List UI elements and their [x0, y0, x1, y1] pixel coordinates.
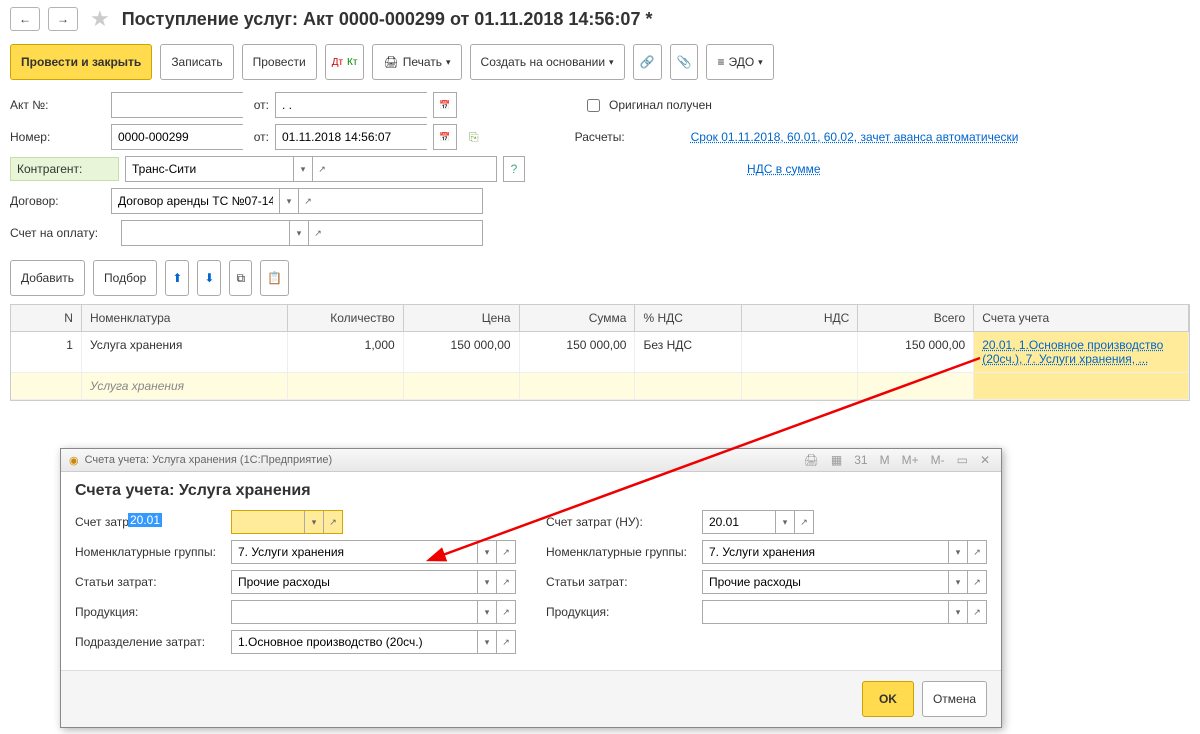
paste-rows-button[interactable]: 📋 [260, 260, 289, 296]
edo-icon: ≡ [717, 55, 724, 69]
table-row[interactable]: 1 Услуга хранения 1,000 150 000,00 150 0… [11, 332, 1189, 373]
dialog-heading: Счета учета: Услуга хранения [75, 482, 987, 500]
act-no-input[interactable] [111, 92, 243, 118]
m-icon[interactable]: M [877, 453, 893, 467]
grid-header: N Номенклатура Количество Цена Сумма % Н… [11, 305, 1189, 332]
page-title: Поступление услуг: Акт 0000-000299 от 01… [122, 9, 653, 30]
product-input[interactable]: ▾↗ [231, 600, 516, 624]
vat-link[interactable]: НДС в сумме [747, 162, 821, 176]
create-based-button[interactable]: Создать на основании▾ [470, 44, 625, 80]
attach-button[interactable]: 📎 [670, 44, 699, 80]
arrow-up-icon: ⬆ [172, 271, 182, 285]
open-icon[interactable]: ↗ [308, 221, 327, 245]
contract-label: Договор: [10, 194, 105, 208]
accounts-dialog: ◉ Счета учета: Услуга хранения (1С:Предп… [60, 448, 1002, 728]
from1-input[interactable] [275, 92, 427, 118]
add-row-button[interactable]: Добавить [10, 260, 85, 296]
number-input[interactable] [111, 124, 243, 150]
help-button[interactable]: ? [503, 156, 525, 182]
paste-icon: 📋 [267, 271, 282, 285]
accounts-cell-link[interactable]: 20.01, 1.Основное производство (20сч.), … [982, 338, 1163, 366]
number-label: Номер: [10, 130, 105, 144]
post-close-button[interactable]: Провести и закрыть [10, 44, 152, 80]
subdiv-input[interactable]: ▾↗ [231, 630, 516, 654]
cancel-button[interactable]: Отмена [922, 681, 987, 717]
copy-rows-button[interactable]: ⧉ [229, 260, 252, 296]
move-up-button[interactable]: ⬆ [165, 260, 189, 296]
printer-icon: 🖨 [383, 55, 398, 69]
dt-kt-button[interactable]: ДтКт [325, 44, 365, 80]
invoice-input[interactable]: ▾ ↗ [121, 220, 483, 246]
calc-icon[interactable]: 31 [851, 453, 870, 467]
from1-label: от: [249, 98, 269, 112]
from2-input[interactable] [275, 124, 427, 150]
counterparty-input[interactable]: ▾ ↗ [125, 156, 497, 182]
cost-item-nu-input[interactable]: ▾↗ [702, 570, 987, 594]
act-no-label: Акт №: [10, 98, 105, 112]
items-grid[interactable]: N Номенклатура Количество Цена Сумма % Н… [10, 304, 1190, 401]
close-icon[interactable]: ✕ [977, 453, 993, 467]
copy-icon[interactable]: ⎘ [469, 130, 479, 145]
cost-acct-nu-input[interactable]: ▾↗ [702, 510, 814, 534]
original-received-checkbox[interactable] [587, 99, 600, 112]
post-button[interactable]: Провести [242, 44, 317, 80]
product-nu-input[interactable]: ▾↗ [702, 600, 987, 624]
dropdown-icon[interactable]: ▾ [289, 221, 308, 245]
copy-icon: ⧉ [236, 271, 245, 286]
nom-group-nu-input[interactable]: ▾↗ [702, 540, 987, 564]
app-icon: ◉ [69, 454, 79, 467]
m-minus-icon[interactable]: M- [928, 453, 948, 467]
calc-link[interactable]: Срок 01.11.2018, 60.01, 60.02, зачет ава… [691, 130, 1019, 144]
cost-acct-input[interactable]: 20.01▾↗ [231, 510, 343, 534]
calendar-button-1[interactable]: 📅 [433, 92, 457, 118]
nav-forward-button[interactable]: → [48, 7, 78, 31]
move-down-button[interactable]: ⬇ [197, 260, 221, 296]
open-icon[interactable]: ↗ [312, 157, 331, 181]
cost-item-input[interactable]: ▾↗ [231, 570, 516, 594]
favorite-star-icon[interactable]: ★ [90, 6, 110, 32]
counterparty-label: Контрагент: [10, 157, 119, 181]
dropdown-icon[interactable]: ▾ [279, 189, 298, 213]
calendar-button-2[interactable]: 📅 [433, 124, 457, 150]
paperclip-icon: 📎 [677, 55, 692, 69]
link-icon: 🔗 [640, 55, 655, 69]
calc-label: Расчеты: [575, 130, 685, 144]
link-button[interactable]: 🔗 [633, 44, 662, 80]
ok-button[interactable]: OK [862, 681, 914, 717]
dropdown-icon[interactable]: ▾ [293, 157, 312, 181]
grid-icon[interactable]: ▦ [828, 453, 845, 467]
from2-label: от: [249, 130, 269, 144]
arrow-down-icon: ⬇ [204, 271, 214, 285]
invoice-label: Счет на оплату: [10, 226, 115, 240]
dialog-titlebar[interactable]: ◉ Счета учета: Услуга хранения (1С:Предп… [61, 449, 1001, 472]
print-button[interactable]: 🖨Печать▾ [372, 44, 461, 80]
open-icon[interactable]: ↗ [298, 189, 317, 213]
calendar-icon: 📅 [434, 125, 456, 149]
contract-input[interactable]: ▾ ↗ [111, 188, 483, 214]
nom-group-input[interactable]: ▾↗ [231, 540, 516, 564]
table-row[interactable]: Услуга хранения [11, 373, 1189, 400]
calendar-icon: 📅 [434, 93, 456, 117]
save-button[interactable]: Записать [160, 44, 233, 80]
original-received-label: Оригинал получен [609, 98, 712, 112]
m-plus-icon[interactable]: M+ [899, 453, 922, 467]
minimize-icon[interactable]: ▭ [954, 453, 971, 467]
print-icon[interactable]: 🖨 [801, 453, 822, 467]
edo-button[interactable]: ≡ЭДО▾ [706, 44, 773, 80]
select-button[interactable]: Подбор [93, 260, 157, 296]
nav-back-button[interactable]: ← [10, 7, 40, 31]
